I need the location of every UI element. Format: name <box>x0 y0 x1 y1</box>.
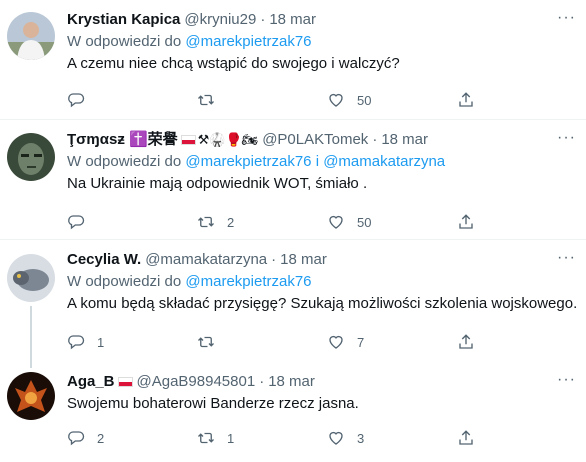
replying-to: W odpowiedzi do @marekpietrzak76 <box>67 272 576 292</box>
share-button[interactable] <box>457 332 475 352</box>
share-button[interactable] <box>457 428 475 448</box>
more-icon[interactable]: ··· <box>557 250 576 266</box>
like-button[interactable]: 7 <box>327 332 457 352</box>
more-icon[interactable]: ··· <box>557 372 576 388</box>
retweet-button[interactable] <box>197 90 327 110</box>
like-count: 50 <box>357 92 372 108</box>
replying-label: W odpowiedzi do <box>67 273 182 290</box>
action-bar: 1 7 <box>67 332 586 352</box>
more-icon[interactable]: ··· <box>557 130 576 146</box>
like-count: 7 <box>357 334 365 350</box>
retweet-button[interactable] <box>197 332 327 352</box>
retweet-count: 1 <box>227 430 235 446</box>
avatar[interactable] <box>7 254 55 302</box>
tweet-1[interactable]: Krystian Kapica @kryniu29 · 18 mar ··· W… <box>0 0 586 120</box>
action-bar: 2 1 3 <box>67 428 586 448</box>
mention-link[interactable]: @marekpietrzak76 <box>185 153 311 170</box>
replying-label: W odpowiedzi do <box>67 153 182 170</box>
retweet-button[interactable]: 1 <box>197 428 327 448</box>
reply-icon <box>68 335 85 350</box>
tweet-header: Ţσɱαѕƶ ✝️荣譽 ⚒🥋🥊🏍 @P0LAKTomek · 18 mar <box>67 130 576 150</box>
display-name[interactable]: Aga_B <box>67 372 115 392</box>
tweet-header: Krystian Kapica @kryniu29 · 18 mar <box>67 10 576 30</box>
tweet-4[interactable]: Aga_B @AgaB98945801 · 18 mar ··· Swojemu… <box>0 362 586 462</box>
retweet-icon <box>198 432 214 444</box>
display-name[interactable]: Cecylia W. <box>67 250 141 270</box>
reply-icon <box>68 215 85 230</box>
heart-icon <box>329 93 343 107</box>
retweet-icon <box>198 94 214 106</box>
retweet-icon <box>198 336 214 348</box>
replying-to: W odpowiedzi do @marekpietrzak76 <box>67 32 576 52</box>
replying-joiner: i <box>315 153 320 170</box>
separator-dot: · <box>271 251 277 268</box>
display-name[interactable]: Ţσɱαѕƶ ✝️荣譽 <box>67 130 178 150</box>
share-icon <box>459 334 473 349</box>
share-icon <box>459 92 473 107</box>
heart-icon <box>329 335 343 349</box>
tweet-text: A czemu niee chcą wstąpić do swojego i w… <box>67 55 400 72</box>
retweet-count: 2 <box>227 214 235 230</box>
tweet-text: Swojemu bohaterowi Banderze rzecz jasna. <box>67 395 359 412</box>
separator-dot: · <box>372 131 378 148</box>
reply-button[interactable]: 1 <box>67 332 197 352</box>
name-flair <box>117 377 133 387</box>
like-button[interactable]: 50 <box>327 212 457 232</box>
replying-label: W odpowiedzi do <box>67 33 182 50</box>
poland-flag-icon <box>180 135 196 145</box>
mention-link[interactable]: @mamakatarzyna <box>323 153 445 170</box>
thread-line <box>30 306 32 368</box>
replying-to: W odpowiedzi do @marekpietrzak76 i @mama… <box>67 152 576 172</box>
timestamp[interactable]: 18 mar <box>268 372 315 392</box>
reply-button[interactable] <box>67 90 197 110</box>
action-bar: 50 <box>67 90 586 110</box>
reply-count: 2 <box>97 430 105 446</box>
name-emoji: ⚒🥋🥊🏍 <box>197 132 259 147</box>
separator-dot: · <box>259 373 265 390</box>
reply-button[interactable]: 2 <box>67 428 197 448</box>
action-bar: 2 50 <box>67 212 586 232</box>
poland-flag-icon <box>117 377 133 387</box>
like-count: 3 <box>357 430 365 446</box>
display-name[interactable]: Krystian Kapica <box>67 10 180 30</box>
tweet-2[interactable]: Ţσɱαѕƶ ✝️荣譽 ⚒🥋🥊🏍 @P0LAKTomek · 18 mar ··… <box>0 120 586 240</box>
avatar[interactable] <box>7 12 55 60</box>
reply-icon <box>68 93 85 108</box>
retweet-icon <box>198 216 214 228</box>
tweet-header: Cecylia W. @mamakatarzyna · 18 mar <box>67 250 576 270</box>
timestamp[interactable]: 18 mar <box>381 130 428 150</box>
user-handle[interactable]: @mamakatarzyna <box>145 250 267 270</box>
mention-link[interactable]: @marekpietrzak76 <box>185 273 311 290</box>
heart-icon <box>329 431 343 445</box>
user-handle[interactable]: @P0LAKTomek <box>262 130 368 150</box>
tweet-3[interactable]: Cecylia W. @mamakatarzyna · 18 mar ··· W… <box>0 240 586 368</box>
reply-button[interactable] <box>67 212 197 232</box>
timestamp[interactable]: 18 mar <box>269 10 316 30</box>
retweet-button[interactable]: 2 <box>197 212 327 232</box>
reply-icon <box>68 431 85 446</box>
separator-dot: · <box>260 11 266 28</box>
user-handle[interactable]: @kryniu29 <box>184 10 256 30</box>
like-count: 50 <box>357 214 372 230</box>
avatar[interactable] <box>7 133 55 181</box>
more-icon[interactable]: ··· <box>557 10 576 26</box>
tweet-text: Na Ukrainie mają odpowiednik WOT, śmiało… <box>67 175 368 192</box>
timestamp[interactable]: 18 mar <box>280 250 327 270</box>
reply-count: 1 <box>97 334 105 350</box>
avatar[interactable] <box>7 372 55 420</box>
share-icon <box>459 430 473 445</box>
share-button[interactable] <box>457 212 475 232</box>
tweet-header: Aga_B @AgaB98945801 · 18 mar <box>67 372 576 392</box>
like-button[interactable]: 50 <box>327 90 457 110</box>
mention-link[interactable]: @marekpietrzak76 <box>185 33 311 50</box>
share-icon <box>459 214 473 229</box>
share-button[interactable] <box>457 90 475 110</box>
user-handle[interactable]: @AgaB98945801 <box>137 372 256 392</box>
like-button[interactable]: 3 <box>327 428 457 448</box>
name-flair: ⚒🥋🥊🏍 <box>180 130 259 150</box>
heart-icon <box>329 215 343 229</box>
tweet-text: A komu będą składać przysięgę? Szukają m… <box>67 295 578 312</box>
